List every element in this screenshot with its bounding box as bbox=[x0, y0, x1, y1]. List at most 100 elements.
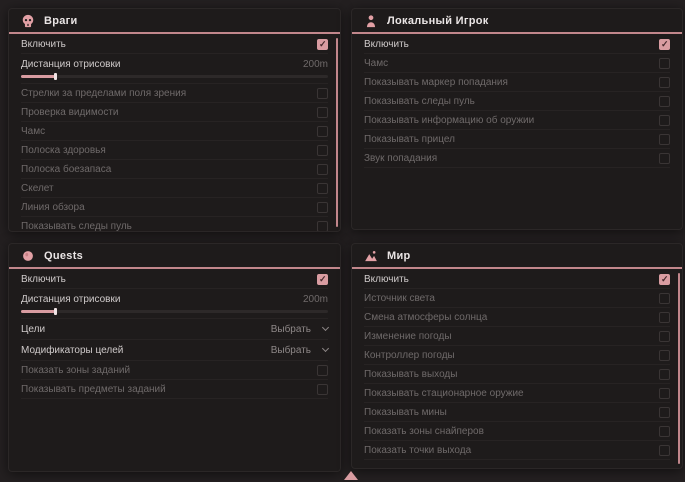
row-label: Включить bbox=[364, 39, 409, 50]
row-label: Включить bbox=[21, 39, 66, 50]
checkbox[interactable] bbox=[659, 293, 670, 304]
panel-body: Включить Дистанция отрисовки200m Стрелки з… bbox=[9, 34, 340, 231]
slider-fill bbox=[21, 75, 55, 78]
skull-icon bbox=[21, 14, 35, 28]
row-label: Чамс bbox=[21, 126, 45, 137]
row-dropdown: Цели Выбрать bbox=[21, 319, 328, 340]
dropdown-value: Выбрать bbox=[271, 324, 311, 335]
checkbox[interactable] bbox=[659, 312, 670, 323]
row-label: Модификаторы целей bbox=[21, 345, 123, 356]
row-label: Контроллер погоды bbox=[364, 350, 455, 361]
slider-label-line: Дистанция отрисовки200m bbox=[21, 56, 328, 72]
row-checkbox: Включить bbox=[21, 270, 328, 289]
circle-icon bbox=[21, 249, 35, 263]
checkbox[interactable] bbox=[659, 134, 670, 145]
dropdown-select[interactable]: Выбрать bbox=[271, 324, 328, 335]
checkbox[interactable] bbox=[317, 183, 328, 194]
row-checkbox: Показать точки выхода bbox=[364, 441, 670, 460]
row-label: Показывать следы пуль bbox=[364, 96, 475, 107]
row-label: Дистанция отрисовки bbox=[21, 294, 120, 305]
slider-handle[interactable] bbox=[54, 308, 57, 315]
row-label: Чамс bbox=[364, 58, 388, 69]
scrollbar[interactable] bbox=[336, 38, 338, 227]
slider-track[interactable] bbox=[21, 75, 328, 78]
row-label: Показывать маркер попадания bbox=[364, 77, 508, 88]
checkbox[interactable] bbox=[659, 369, 670, 380]
panel-localplayer: Локальный Игрок Включить Чамс Показывать ма… bbox=[351, 8, 683, 230]
checkbox[interactable] bbox=[659, 77, 670, 88]
checkbox[interactable] bbox=[659, 388, 670, 399]
row-checkbox: Линия обзора bbox=[21, 198, 328, 217]
triangle-up-icon bbox=[344, 471, 358, 480]
row-label: Показывать следы пуль bbox=[21, 221, 132, 232]
checkbox[interactable] bbox=[659, 274, 670, 285]
row-label: Показать зоны снайперов bbox=[364, 426, 484, 437]
panel-header: Локальный Игрок bbox=[352, 9, 682, 34]
slider-fill bbox=[21, 310, 55, 313]
dropdown-select[interactable]: Выбрать bbox=[271, 345, 328, 356]
panel-header: Враги bbox=[9, 9, 340, 34]
checkbox[interactable] bbox=[317, 384, 328, 395]
checkbox[interactable] bbox=[659, 96, 670, 107]
row-checkbox: Показывать прицел bbox=[364, 130, 670, 149]
mountains-icon bbox=[364, 249, 378, 263]
row-label: Цели bbox=[21, 324, 45, 335]
panel-title: Quests bbox=[44, 250, 83, 262]
row-checkbox: Показать зоны заданий bbox=[21, 361, 328, 380]
panel-enemies: Враги Включить Дистанция отрисовки200m Стре… bbox=[8, 8, 341, 232]
row-label: Скелет bbox=[21, 183, 54, 194]
panel-header: Quests bbox=[9, 244, 340, 269]
row-label: Включить bbox=[21, 274, 66, 285]
panel-header: Мир bbox=[352, 244, 682, 269]
row-label: Линия обзора bbox=[21, 202, 85, 213]
panel-world: МирВключитьИсточник светаСмена атмосферы… bbox=[351, 243, 683, 469]
row-checkbox: Стрелки за пределами поля зрения bbox=[21, 84, 328, 103]
checkbox[interactable] bbox=[317, 365, 328, 376]
row-checkbox: Чамс bbox=[364, 54, 670, 73]
checkbox[interactable] bbox=[317, 88, 328, 99]
checkbox[interactable] bbox=[659, 426, 670, 437]
row-label: Показать зоны заданий bbox=[21, 365, 130, 376]
panel-title: Локальный Игрок bbox=[387, 15, 489, 27]
row-checkbox: Контроллер погоды bbox=[364, 346, 670, 365]
checkbox[interactable] bbox=[659, 350, 670, 361]
checkbox[interactable] bbox=[317, 145, 328, 156]
row-checkbox: Включить bbox=[364, 35, 670, 54]
slider-label-line: Дистанция отрисовки200m bbox=[21, 291, 328, 307]
row-checkbox: Показывать следы пуль bbox=[21, 217, 328, 231]
scrollbar[interactable] bbox=[678, 273, 680, 464]
row-label: Включить bbox=[364, 274, 409, 285]
checkbox[interactable] bbox=[659, 115, 670, 126]
row-checkbox: Изменение погоды bbox=[364, 327, 670, 346]
checkbox[interactable] bbox=[317, 107, 328, 118]
row-label: Стрелки за пределами поля зрения bbox=[21, 88, 186, 99]
row-label: Изменение погоды bbox=[364, 331, 452, 342]
checkbox[interactable] bbox=[659, 39, 670, 50]
checkbox[interactable] bbox=[317, 39, 328, 50]
checkbox[interactable] bbox=[317, 126, 328, 137]
row-label: Источник света bbox=[364, 293, 435, 304]
checkbox[interactable] bbox=[659, 445, 670, 456]
row-checkbox: Чамс bbox=[21, 122, 328, 141]
row-label: Показать точки выхода bbox=[364, 445, 471, 456]
checkbox[interactable] bbox=[659, 331, 670, 342]
row-checkbox: Звук попадания bbox=[364, 149, 670, 168]
row-checkbox: Включить bbox=[21, 35, 328, 54]
dropdown-value: Выбрать bbox=[271, 345, 311, 356]
row-dropdown: Модификаторы целей Выбрать bbox=[21, 340, 328, 361]
panel-title: Враги bbox=[44, 15, 78, 27]
row-checkbox: Показывать следы пуль bbox=[364, 92, 670, 111]
checkbox[interactable] bbox=[659, 407, 670, 418]
checkbox[interactable] bbox=[317, 164, 328, 175]
row-checkbox: Полоска боезапаса bbox=[21, 160, 328, 179]
checkbox[interactable] bbox=[659, 153, 670, 164]
checkbox[interactable] bbox=[317, 274, 328, 285]
slider-track[interactable] bbox=[21, 310, 328, 313]
checkbox[interactable] bbox=[317, 221, 328, 232]
row-checkbox: Полоска здоровья bbox=[21, 141, 328, 160]
checkbox[interactable] bbox=[659, 58, 670, 69]
panel-body: Включить Чамс Показывать маркер попадания П… bbox=[352, 34, 682, 229]
row-slider: Дистанция отрисовки200m bbox=[21, 289, 328, 319]
checkbox[interactable] bbox=[317, 202, 328, 213]
slider-handle[interactable] bbox=[54, 73, 57, 80]
